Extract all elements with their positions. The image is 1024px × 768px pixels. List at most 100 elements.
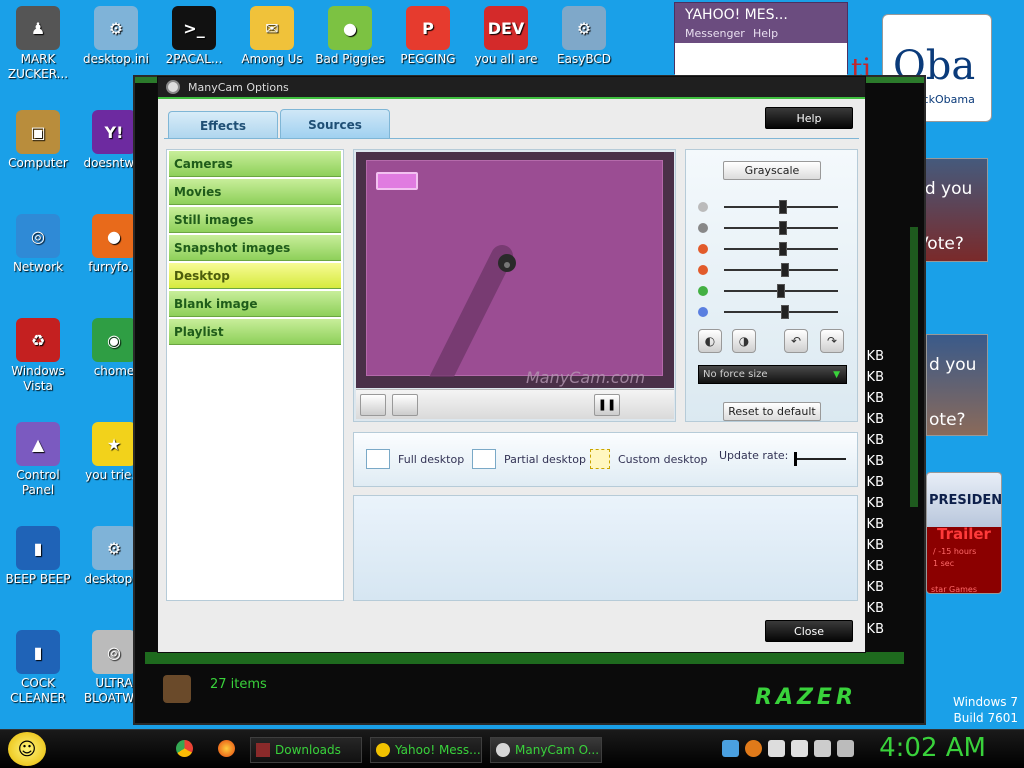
razer-bottom-strip — [145, 652, 904, 664]
chrome-pinned-icon[interactable] — [176, 740, 193, 757]
taskbar-manycam-label: ManyCam O... — [515, 743, 600, 757]
chevron-down-icon: ▼ — [833, 369, 840, 380]
pegging-icon: P — [406, 6, 450, 50]
games-text: star Games — [931, 585, 978, 594]
saturation-slider[interactable] — [698, 242, 838, 256]
desktop-icon-computer[interactable]: ▣ Computer — [0, 110, 76, 171]
slider-thumb[interactable] — [779, 221, 787, 235]
partial-desktop-option[interactable]: Partial desktop — [472, 449, 586, 469]
firefox-pinned-icon[interactable] — [218, 740, 235, 757]
flag-tray-icon[interactable] — [791, 740, 808, 757]
rotate-left-button[interactable]: ↶ — [784, 329, 808, 353]
flip-horizontal-button[interactable]: ◐ — [698, 329, 722, 353]
desktop-icon-label: EasyBCD — [557, 52, 611, 66]
brightness-slider[interactable] — [698, 200, 838, 214]
green-slider[interactable] — [698, 284, 838, 298]
fullscreen-view-button[interactable] — [360, 394, 386, 416]
hours-text: / -15 hours — [933, 547, 977, 556]
yahoo-messenger-window[interactable]: YAHOO! MES... Messenger Help — [674, 2, 848, 75]
partial-desktop-label: Partial desktop — [504, 452, 586, 466]
hillary-ad[interactable]: d you ote? — [926, 334, 988, 436]
taskbar-yahoo[interactable]: Yahoo! Mess... — [370, 737, 482, 763]
desktop-icon-pegging[interactable]: P PEGGING — [390, 6, 466, 67]
desktop-icon-among-us[interactable]: ✉ Among Us — [234, 6, 310, 67]
president-ad[interactable]: PRESIDENT Trailer / -15 hours 1 sec star… — [926, 472, 1002, 594]
slider-thumb[interactable] — [776, 284, 785, 298]
razer-scrollbar[interactable] — [910, 227, 918, 507]
mark-icon: ♟ — [16, 6, 60, 50]
slider-thumb[interactable] — [779, 200, 787, 214]
update-rate-thumb[interactable] — [794, 452, 797, 466]
source-item-playlist[interactable]: Playlist — [169, 319, 341, 345]
preview-watermark: ManyCam.com — [526, 368, 646, 387]
source-item-cameras[interactable]: Cameras — [169, 151, 341, 177]
desktop-icon-2pacal[interactable]: >_ 2PACAL... — [156, 6, 232, 67]
2pacal-icon: >_ — [172, 6, 216, 50]
slider-thumb[interactable] — [779, 242, 787, 256]
desktop-icon-desktop-ini-1[interactable]: ⚙ desktop.ini — [78, 6, 154, 67]
tab-sources[interactable]: Sources — [280, 109, 390, 139]
desktop-icon-beep-beep[interactable]: ▮ BEEP BEEP — [0, 526, 76, 587]
close-button[interactable]: Close — [765, 620, 853, 642]
desktop-icon-label: COCK CLEANER — [10, 676, 66, 705]
manycam-options-window[interactable]: ManyCam Options Effects Sources Help Cam… — [157, 76, 866, 653]
desktop-icon-mark[interactable]: ♟ MARK ZUCKER... — [0, 6, 76, 82]
force-size-select[interactable]: No force size ▼ — [698, 365, 847, 384]
source-item-desktop[interactable]: Desktop — [169, 263, 341, 289]
tab-effects[interactable]: Effects — [168, 111, 278, 139]
flip-vertical-button[interactable]: ◑ — [732, 329, 756, 353]
pause-button[interactable]: ❚❚ — [594, 394, 620, 416]
source-item-still-images[interactable]: Still images — [169, 207, 341, 233]
blue-slider[interactable] — [698, 305, 838, 319]
desktop-icon-label: Control Panel — [16, 468, 60, 497]
desktop-icon-label: Windows Vista — [11, 364, 65, 393]
help-button[interactable]: Help — [765, 107, 853, 129]
partial-desktop-icon — [472, 449, 496, 469]
volume-tray-icon[interactable] — [837, 740, 854, 757]
yahoo-menu-messenger[interactable]: Messenger — [685, 27, 745, 40]
reset-to-default-button[interactable]: Reset to default — [723, 402, 821, 421]
desktop-icon-network[interactable]: ◎ Network — [0, 214, 76, 275]
slider-thumb[interactable] — [781, 263, 790, 277]
slider-thumb[interactable] — [781, 305, 790, 319]
file-size-unit: KB — [866, 559, 884, 574]
windows-watermark: Windows 7 Build 7601 — [953, 694, 1018, 726]
red-slider[interactable] — [698, 263, 838, 277]
taskbar: ☺ Downloads Yahoo! Mess... ManyCam O... … — [0, 729, 1024, 768]
manycam-titlebar[interactable]: ManyCam Options — [158, 77, 865, 99]
taskbar-downloads[interactable]: Downloads — [250, 737, 362, 763]
update-rate-slider[interactable] — [794, 452, 846, 466]
watermark-line1: Windows 7 — [952, 695, 1018, 709]
tab-divider — [164, 138, 859, 139]
network-tray-icon[interactable] — [722, 740, 739, 757]
search-tray-icon[interactable] — [745, 740, 762, 757]
taskbar-manycam[interactable]: ManyCam O... — [490, 737, 602, 763]
shield-tray-icon[interactable] — [768, 740, 785, 757]
contrast-slider[interactable] — [698, 221, 838, 235]
preview-screen: ManyCam.com — [356, 152, 674, 388]
source-item-blank-image[interactable]: Blank image — [169, 291, 341, 317]
desktop-icon-label: PEGGING — [400, 52, 456, 66]
desktop-icon-windows-vista[interactable]: ♻ Windows Vista — [0, 318, 76, 394]
custom-desktop-option[interactable]: Custom desktop — [590, 449, 708, 469]
file-size-unit: KB — [866, 538, 884, 553]
small-view-button[interactable] — [392, 394, 418, 416]
yahoo-menu-help[interactable]: Help — [753, 27, 778, 40]
cock-cleaner-icon: ▮ — [16, 630, 60, 674]
grayscale-button[interactable]: Grayscale — [723, 161, 821, 180]
desktop-icon-bad-piggies[interactable]: ● Bad Piggies — [312, 6, 388, 67]
display-tray-icon[interactable] — [814, 740, 831, 757]
taskbar-clock[interactable]: 4:02 AM — [879, 733, 986, 763]
desktop-icon-cock-cleaner[interactable]: ▮ COCK CLEANER — [0, 630, 76, 706]
desktop-icon-easybcd[interactable]: ⚙ EasyBCD — [546, 6, 622, 67]
full-desktop-option[interactable]: Full desktop — [366, 449, 464, 469]
start-button[interactable]: ☺ — [8, 732, 46, 766]
desktop-icon-control-panel[interactable]: ▲ Control Panel — [0, 422, 76, 498]
saturation-icon — [698, 244, 708, 254]
desktop-icon-you-all-are[interactable]: DEV you all are — [468, 6, 544, 67]
sec-text: 1 sec — [933, 559, 955, 568]
rotate-right-button[interactable]: ↷ — [820, 329, 844, 353]
yahoo-title: YAHOO! MES... — [685, 7, 788, 23]
source-item-movies[interactable]: Movies — [169, 179, 341, 205]
source-item-snapshot-images[interactable]: Snapshot images — [169, 235, 341, 261]
